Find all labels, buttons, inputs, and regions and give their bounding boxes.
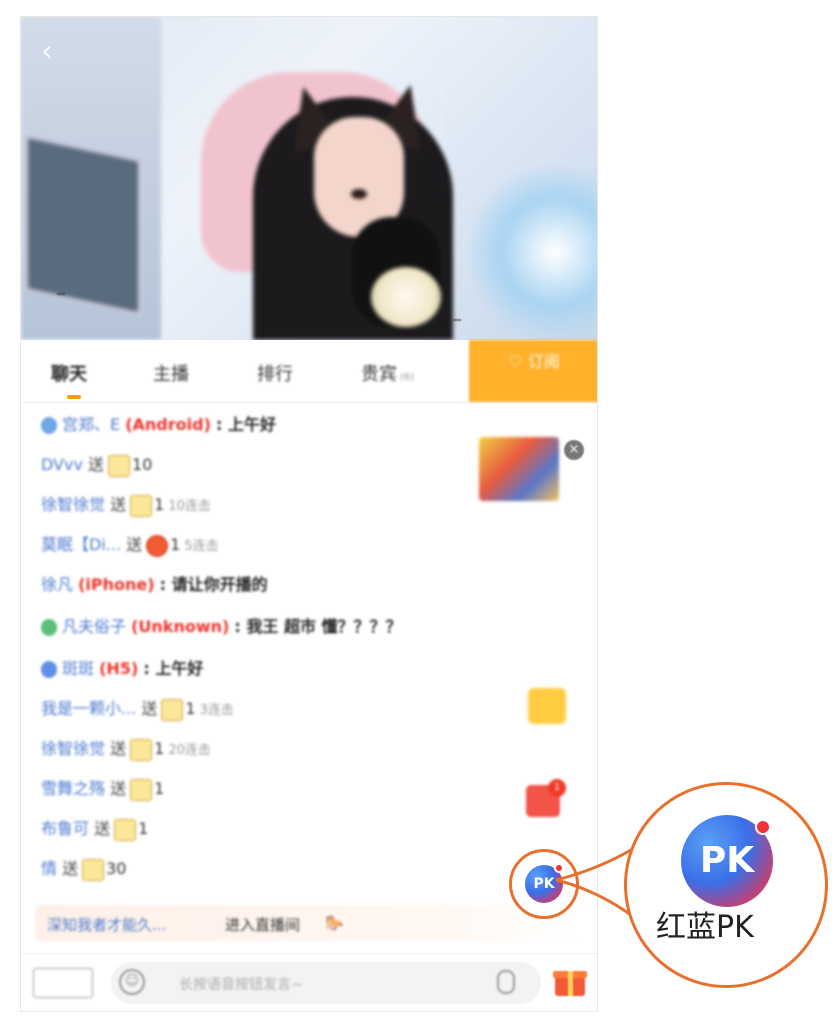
chat-device: (Unknown)	[131, 617, 230, 636]
gift-verb: 送	[62, 859, 79, 878]
tab-vip-label: 贵宾	[361, 364, 397, 385]
back-chevron-icon[interactable]: ‹	[41, 37, 53, 67]
user-level-badge	[41, 661, 57, 678]
chat-device: (H5)	[99, 659, 139, 678]
horse-icon: 🐎	[325, 914, 344, 932]
gift-verb: 送	[126, 535, 143, 554]
chat-username[interactable]: 徐凡	[41, 575, 73, 594]
video-watermark-right	[453, 319, 461, 321]
gift-verb: 送	[110, 779, 127, 798]
chat-username[interactable]: 情	[41, 859, 57, 878]
chat-text: : 上午好	[215, 415, 276, 434]
gift-count: 1	[154, 495, 165, 514]
gift-item-icon	[108, 454, 131, 477]
chat-message: 徐智徐觉 送 1 10连击	[41, 493, 211, 517]
video-watermark-left	[57, 293, 65, 295]
tab-vip-count: (6)	[400, 372, 415, 383]
callout-label: 红蓝PK	[656, 910, 754, 945]
chat-text: : 我王 超市 懂？？？？	[234, 617, 402, 636]
gift-combo: 3连击	[199, 703, 234, 718]
gift-count: 1	[154, 739, 165, 758]
gift-verb: 送	[110, 495, 127, 514]
tab-anchor[interactable]: 主播	[153, 360, 189, 386]
chat-username[interactable]: 徐智徐觉	[41, 739, 105, 758]
chat-username[interactable]: 斑斑	[62, 659, 94, 678]
gift-item-icon	[130, 494, 153, 517]
gift-item-icon	[130, 778, 153, 801]
gift-count: 1	[154, 779, 165, 798]
chat-message: 徐智徐觉 送 1 20连击	[41, 737, 211, 761]
chat-username[interactable]: 宫郑、E	[62, 415, 120, 434]
gift-verb: 送	[88, 455, 105, 474]
chat-device: (iPhone)	[78, 575, 155, 594]
gift-count: 1	[170, 535, 181, 554]
chat-username[interactable]: 布鲁可	[41, 819, 89, 838]
gift-count: 10	[132, 455, 153, 474]
tab-ranking[interactable]: 排行	[257, 360, 293, 386]
live-video-player[interactable]: ‹	[21, 17, 597, 340]
close-icon[interactable]: ×	[564, 440, 584, 460]
enter-user: 深知我者才能久...	[47, 916, 167, 934]
bottom-input-bar: ☺ 长按语音按钮发言~	[21, 953, 597, 1011]
activity-banner[interactable]	[479, 437, 559, 501]
gift-count: 1	[185, 699, 196, 718]
video-frame	[21, 17, 597, 340]
gift-icon[interactable]	[553, 966, 587, 996]
chat-text: : 上午好	[143, 659, 204, 678]
chat-message: 徐凡 (iPhone) : 请让你开播的	[41, 573, 268, 597]
emoji-icon[interactable]: ☺	[119, 969, 145, 995]
chat-message: 雪舞之殇 送 1	[41, 777, 164, 801]
chat-username[interactable]: 雪舞之殇	[41, 779, 105, 798]
gift-item-icon	[82, 858, 105, 881]
treasure-chest-icon[interactable]	[528, 688, 566, 724]
user-level-badge	[41, 417, 57, 434]
pk-notify-dot-large	[755, 819, 771, 835]
chat-username[interactable]: 凡夫俗子	[62, 617, 126, 636]
chat-message: 斑斑 (H5) : 上午好	[41, 657, 203, 681]
gift-box-float-button[interactable]: 1	[524, 779, 566, 819]
chat-message: DVvv 送 10	[41, 453, 152, 477]
gift-item-icon	[146, 534, 169, 557]
chat-username[interactable]: 莫眠【Di...	[41, 535, 121, 554]
gift-verb: 送	[94, 819, 111, 838]
chat-message: 凡夫俗子 (Unknown) : 我王 超市 懂？？？？	[41, 615, 402, 639]
app-logo	[33, 968, 93, 998]
chat-message: 布鲁可 送 1	[41, 817, 148, 841]
chat-text: : 请让你开播的	[159, 575, 268, 594]
enter-text: 进入直播间	[225, 916, 301, 934]
chat-username[interactable]: 我是一颗小...	[41, 699, 136, 718]
gift-combo: 5连击	[184, 539, 219, 554]
enter-room-notice: 深知我者才能久... 进入直播间 🐎	[35, 905, 585, 941]
tab-vip[interactable]: 贵宾 (6)	[361, 360, 414, 386]
live-stream-screen: ‹ 聊天 主播 排行 贵宾 (6) ♡ 订阅 宫郑、E (Android) : 上…	[20, 16, 598, 1012]
gift-item-icon	[161, 698, 184, 721]
gift-count: 1	[138, 819, 149, 838]
chat-message: 我是一颗小... 送 1 3连击	[41, 697, 234, 721]
gift-verb: 送	[141, 699, 158, 718]
chat-username[interactable]: DVvv	[41, 455, 83, 474]
chat-device: (Android)	[125, 415, 211, 434]
gift-count: 30	[106, 859, 127, 878]
gift-item-icon	[130, 738, 153, 761]
tab-bar: 聊天 主播 排行 贵宾 (6) ♡ 订阅	[21, 340, 597, 403]
subscribe-label: ♡ 订阅	[508, 352, 560, 371]
chat-message: 宫郑、E (Android) : 上午好	[41, 413, 276, 437]
gift-item-icon	[114, 818, 137, 841]
gift-combo: 20连击	[168, 743, 211, 758]
chat-input[interactable]: ☺ 长按语音按钮发言~	[111, 962, 541, 1004]
chat-username[interactable]: 徐智徐觉	[41, 495, 105, 514]
user-level-badge	[41, 619, 57, 636]
gift-verb: 送	[110, 739, 127, 758]
chat-input-placeholder: 长按语音按钮发言~	[179, 977, 303, 993]
chat-message: 莫眠【Di... 送 1 5连击	[41, 533, 219, 557]
notification-badge: 1	[548, 779, 566, 797]
gift-combo: 10连击	[168, 499, 211, 514]
chat-message: 情 送 30	[41, 857, 126, 881]
stream-title	[61, 17, 261, 27]
active-tab-indicator	[67, 395, 81, 399]
pk-callout-magnifier: PK	[624, 782, 828, 988]
subscribe-button[interactable]: ♡ 订阅	[469, 340, 597, 402]
tab-chat[interactable]: 聊天	[51, 360, 87, 386]
microphone-icon[interactable]	[497, 970, 515, 994]
